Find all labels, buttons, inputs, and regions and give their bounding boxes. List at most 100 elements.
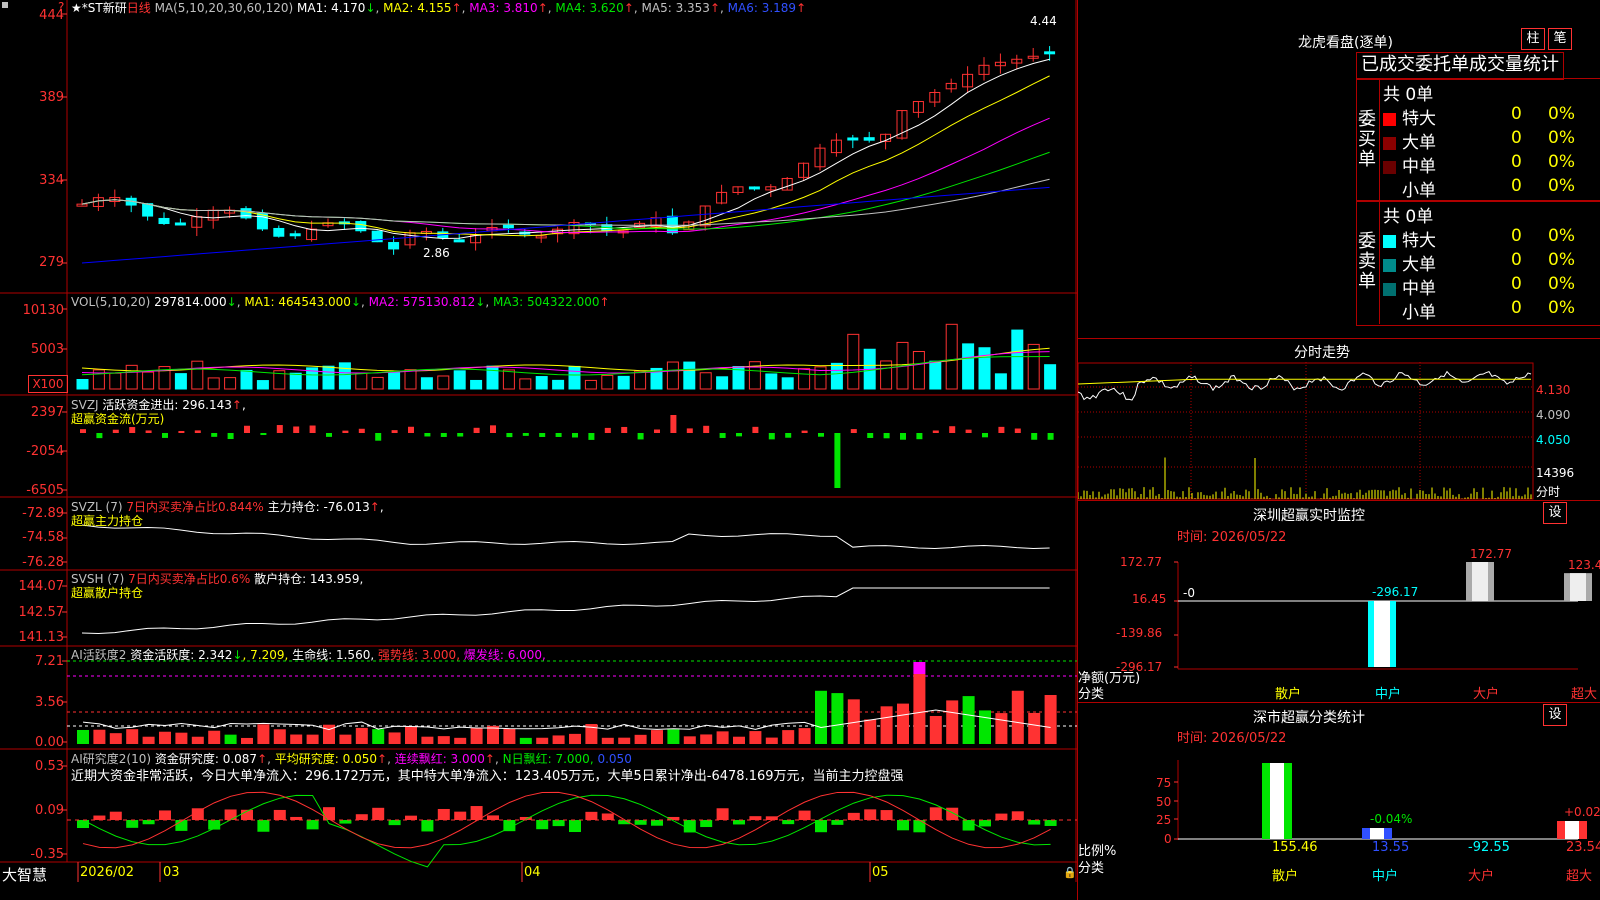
price-ytick-2: 334	[39, 173, 64, 188]
row-name: 特大	[1402, 109, 1436, 129]
ai-active-bar	[536, 737, 549, 744]
ai-active-bar	[733, 736, 745, 744]
main-chart-area[interactable]: ? ★*ST新研日线 MA(5,10,20,30,60,120) MA1: 4.…	[0, 0, 1077, 884]
ai-active-bar	[1044, 694, 1057, 744]
price-ytick-1: 389	[39, 90, 64, 105]
ai-active-bar	[831, 693, 844, 744]
tab-executed[interactable]: 已成交委托单	[1361, 54, 1469, 75]
ai-active-bar	[913, 674, 926, 744]
tab-volume-stats[interactable]: 成交量统计	[1469, 54, 1559, 75]
classify-category-0: 散户	[1272, 869, 1299, 884]
ai-research-nday-tail: 0.050	[597, 752, 632, 766]
volume-bar	[502, 369, 515, 390]
lhb-buy-row-3: 小单 0 0%	[1383, 176, 1600, 201]
ma5-value: MA5: 3.353	[641, 1, 710, 15]
svzj-bar	[818, 433, 824, 437]
ai-research-lianxu-arrow: ↑	[484, 752, 495, 766]
lock-icon[interactable]: 🔒	[1063, 866, 1077, 879]
lhb-tabs: 已成交委托单成交量统计	[1356, 52, 1564, 80]
svzl-ytick-1: -74.58	[22, 530, 64, 545]
vol-arrow: ↓	[226, 295, 237, 309]
ai-research-bar	[634, 820, 647, 825]
ai-research-bar	[1044, 820, 1057, 826]
svzj-bar	[112, 429, 119, 433]
svzl-pane-header: SVZL (7) 7日内买卖净占比0.844% 主力持仓: -76.013↑,	[71, 500, 384, 514]
svzl-arrow: ↑	[369, 500, 380, 514]
ai-research-summary: 近期大资金非常活跃，今日大单净流入：296.172万元，其中特大单净流入：123…	[71, 769, 904, 784]
ma1-arrow: ↓	[365, 1, 376, 15]
svzj-bar	[752, 426, 759, 433]
ai-active-bar	[339, 734, 352, 744]
classify-ytick-0: 75	[1156, 776, 1172, 790]
ai-active-bar	[126, 729, 139, 744]
svsh-pane-header: SVSH (7) 7日内买卖净占比0.6% 散户持仓: 143.959,	[71, 572, 363, 586]
row-pct: 0%	[1548, 176, 1575, 196]
vol-unit-label[interactable]: X100	[28, 375, 68, 393]
ai-research-bar	[880, 810, 893, 820]
ai-research-bar	[323, 807, 335, 820]
svzl-ratio: 7日内买卖净占比0.844%	[126, 500, 264, 514]
volume-bar	[584, 379, 597, 390]
legend-swatch	[1383, 112, 1396, 126]
monitor-ytick-2: -139.86	[1116, 626, 1163, 640]
ma6-arrow: ↑	[796, 1, 807, 15]
ai-active-ytick-1: 3.56	[35, 695, 64, 710]
ai-active-bar	[667, 729, 680, 744]
svzj-bar	[998, 426, 1005, 433]
svzj-bar	[244, 425, 250, 433]
classify-value-0: 155.46	[1272, 840, 1318, 855]
burst-marker	[913, 662, 926, 674]
ai-research-bar	[454, 811, 467, 820]
row-name: 小单	[1402, 303, 1436, 323]
ai-active-bar	[224, 734, 237, 744]
period-label[interactable]: 日线	[127, 1, 151, 15]
classify-bar-inner-0	[1270, 763, 1284, 839]
ai-active-bar	[191, 736, 204, 744]
ai-active-bar	[77, 729, 89, 744]
date-label-0: 2026/02	[80, 865, 135, 880]
svzj-bar	[949, 426, 956, 433]
volume-bar	[666, 361, 679, 390]
volume-bar	[765, 373, 778, 390]
row-count: 0	[1511, 128, 1522, 148]
classify-value-3: 23.54	[1566, 840, 1600, 855]
monitor-bar-inner-1	[1374, 601, 1390, 667]
row-count: 0	[1511, 298, 1522, 318]
candle-body	[240, 208, 252, 219]
monitor-value-label-2: 172.77	[1470, 547, 1512, 561]
svsh-subtitle: 超赢散户持仓	[71, 586, 144, 600]
svzj-ytick-0: 2397	[30, 405, 64, 420]
volume-bar	[240, 369, 253, 390]
candle-body	[1044, 51, 1056, 55]
ai-active-bar	[372, 729, 385, 744]
svzj-arrow: ↑	[231, 398, 242, 412]
vol-ma2: MA2: 575130.812	[368, 295, 476, 309]
svzj-bar	[375, 433, 382, 441]
lhb-zhu-button[interactable]: 柱	[1521, 28, 1545, 50]
ai-research-bar	[913, 820, 926, 833]
fenshi-chart[interactable]	[1078, 362, 1600, 522]
svzl-ytick-2: -76.28	[22, 555, 64, 570]
row-count: 0	[1511, 274, 1522, 294]
ai-research-bar	[159, 810, 171, 820]
lhb-buy-total: 共 0单	[1383, 85, 1434, 105]
ai-active-bar	[437, 736, 450, 744]
lhb-buy-group-label: 委买单	[1358, 109, 1376, 170]
ai-active-bar	[306, 734, 319, 744]
ai-research-bar	[733, 820, 745, 825]
vol-ma2-arrow: ↓	[475, 295, 486, 309]
ai-research-bar	[946, 807, 959, 820]
svzj-bar	[440, 433, 447, 437]
ma4-line	[81, 151, 1050, 230]
lhb-buy-row-0: 特大 0 0%	[1383, 104, 1600, 129]
ai-research-bar	[651, 820, 663, 826]
row-count: 0	[1511, 152, 1522, 172]
monitor-value-label-1: -296.17	[1372, 585, 1419, 599]
svzj-bar	[522, 433, 529, 436]
fenshi-header-line	[1078, 338, 1600, 339]
lhb-bi-button[interactable]: 笔	[1548, 28, 1572, 50]
volume-bar	[699, 372, 712, 390]
lhb-sell-row-2: 中单 0 0%	[1383, 274, 1600, 299]
fenshi-ytick-1: 4.090	[1536, 408, 1571, 422]
volume-bar	[125, 364, 138, 390]
